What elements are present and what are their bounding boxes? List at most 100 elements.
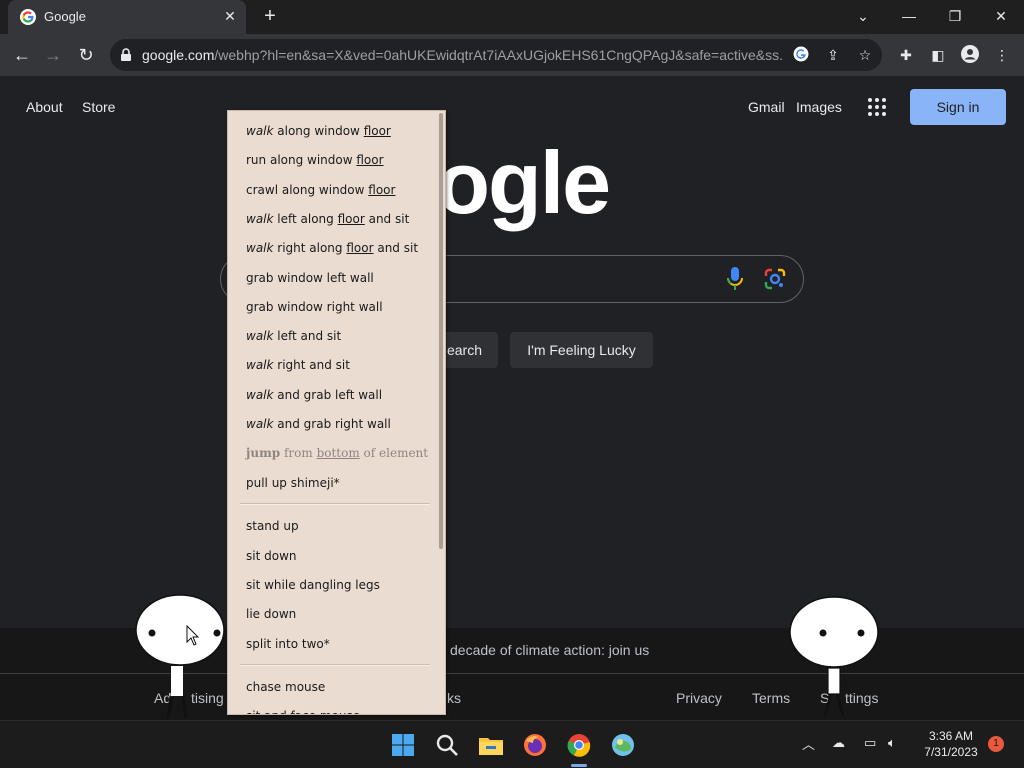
menu-item[interactable]: walk and grab left wall [246, 388, 382, 402]
network-icon[interactable]: ▭ [864, 735, 876, 751]
shimeji-character-left[interactable] [133, 592, 227, 720]
shimeji-context-menu: walk along window floor run along window … [227, 110, 446, 715]
volume-icon[interactable]: 🔈︎ [888, 735, 896, 751]
feeling-lucky-button[interactable]: I'm Feeling Lucky [510, 332, 653, 368]
profile-avatar-icon[interactable] [960, 45, 980, 65]
forward-icon[interactable]: → [40, 42, 66, 68]
notification-badge[interactable]: 1 [988, 736, 1004, 752]
back-icon[interactable]: ← [9, 42, 35, 68]
tab-search-chevron-icon[interactable]: ⌄ [847, 4, 879, 28]
minimize-icon[interactable]: — [893, 4, 925, 28]
shimeji-app-icon[interactable] [609, 731, 637, 759]
lock-icon[interactable] [120, 48, 132, 62]
images-link[interactable]: Images [796, 99, 842, 115]
file-explorer-icon[interactable] [477, 731, 505, 759]
menu-item-text: sit while dangling legs [246, 578, 380, 592]
menu-item-text: jump [246, 446, 281, 460]
search-icon[interactable] [433, 731, 461, 759]
menu-separator [240, 503, 430, 505]
menu-item-text: crawl along window [246, 183, 369, 197]
terms-link[interactable]: Terms [752, 690, 790, 706]
extensions-puzzle-icon[interactable]: ✚ [896, 45, 916, 65]
privacy-link[interactable]: Privacy [676, 690, 722, 706]
menu-item[interactable]: sit while dangling legs [246, 578, 380, 592]
menu-item[interactable]: walk left along floor and sit [246, 212, 409, 226]
menu-item[interactable]: run along window floor [246, 153, 384, 167]
reload-icon[interactable]: ↻ [73, 42, 99, 68]
menu-item-text: floor [368, 183, 396, 197]
menu-item[interactable]: walk right along floor and sit [246, 241, 418, 255]
menu-item[interactable]: crawl along window floor [246, 183, 395, 197]
windows-taskbar: ︿ ☁ ▭ 🔈︎ 3:36 AM 7/31/2023 1 [0, 720, 1024, 768]
menu-item[interactable]: walk along window floor [246, 124, 391, 138]
menu-scrollbar[interactable] [439, 113, 443, 549]
menu-item-text: bottom [316, 446, 360, 460]
address-bar[interactable]: google.com/webhp?hl=en&sa=X&ved=0ahUKEwi… [110, 39, 882, 71]
google-apps-icon[interactable] [868, 98, 888, 118]
menu-item-text: walk [246, 329, 274, 343]
menu-item-text: run along window [246, 153, 357, 167]
menu-item-text: and grab right wall [273, 417, 391, 431]
show-hidden-icons-icon[interactable]: ︿ [802, 734, 815, 753]
share-icon[interactable]: ⇪ [824, 46, 842, 64]
about-link[interactable]: About [26, 99, 63, 115]
menu-item[interactable]: grab window left wall [246, 271, 374, 285]
menu-item[interactable]: split into two* [246, 637, 330, 651]
windows-start-icon[interactable] [389, 731, 417, 759]
tab-google[interactable]: Google ✕ [8, 0, 246, 34]
google-lens-search-icon[interactable] [792, 46, 810, 64]
menu-item[interactable]: lie down [246, 607, 296, 621]
restore-icon[interactable]: ❐ [939, 4, 971, 28]
chrome-icon[interactable] [565, 731, 593, 759]
close-window-icon[interactable]: ✕ [985, 4, 1017, 28]
tab-close-icon[interactable]: ✕ [222, 8, 238, 24]
menu-item-text: floor [363, 124, 391, 138]
menu-item[interactable]: stand up [246, 519, 299, 533]
how-search-works-link-part[interactable]: ks [447, 690, 461, 706]
google-lens-icon[interactable] [764, 268, 786, 290]
new-tab-icon[interactable]: + [258, 5, 282, 29]
menu-item[interactable]: sit and face mouse [246, 709, 360, 714]
side-panel-icon[interactable]: ◧ [928, 45, 948, 65]
menu-item-text: sit down [246, 549, 297, 563]
active-app-indicator [571, 764, 587, 767]
menu-item[interactable]: walk left and sit [246, 329, 341, 343]
menu-item-text: stand up [246, 519, 299, 533]
menu-item-text: sit and face mouse [246, 709, 360, 714]
browser-toolbar: ← → ↻ google.com/webhp?hl=en&sa=X&ved=0a… [0, 34, 1024, 76]
menu-item-text: pull up shimeji* [246, 476, 340, 490]
menu-item[interactable]: walk and grab right wall [246, 417, 391, 431]
voice-search-mic-icon[interactable] [726, 266, 744, 292]
menu-item: jump from bottom of element [246, 446, 428, 460]
menu-item[interactable]: pull up shimeji* [246, 476, 340, 490]
clock-date: 7/31/2023 [924, 745, 978, 759]
menu-item-text: right and sit [273, 358, 350, 372]
menu-item-text: and sit [364, 212, 410, 226]
firefox-icon[interactable] [521, 731, 549, 759]
shimeji-character-right[interactable] [787, 594, 881, 720]
menu-item-text: and grab left wall [273, 388, 383, 402]
chrome-menu-icon[interactable]: ⋮ [992, 45, 1012, 65]
bookmark-star-icon[interactable]: ☆ [856, 46, 874, 64]
menu-item-text: left along [273, 212, 338, 226]
menu-item-text: floor [337, 212, 365, 226]
menu-item-text: walk [246, 241, 274, 255]
gmail-link[interactable]: Gmail [748, 99, 785, 115]
store-link[interactable]: Store [82, 99, 115, 115]
menu-item[interactable]: grab window right wall [246, 300, 383, 314]
menu-item[interactable]: chase mouse [246, 680, 325, 694]
climate-action-link[interactable]: decade of climate action: join us [450, 642, 649, 658]
menu-item-text: walk [246, 388, 274, 402]
menu-item[interactable]: walk right and sit [246, 358, 350, 372]
url-text: google.com/webhp?hl=en&sa=X&ved=0ahUKEwi… [142, 47, 782, 63]
menu-item-text: floor [346, 241, 374, 255]
menu-item-text: lie down [246, 607, 297, 621]
sign-in-button[interactable]: Sign in [910, 89, 1006, 125]
menu-item-text: walk [246, 212, 274, 226]
menu-item[interactable]: sit down [246, 549, 296, 563]
onedrive-offline-icon[interactable]: ☁ [832, 735, 845, 751]
menu-separator [240, 664, 430, 666]
menu-item-text: walk [246, 358, 274, 372]
taskbar-clock[interactable]: 3:36 AM 7/31/2023 [916, 728, 986, 760]
menu-item-text: grab window right wall [246, 300, 383, 314]
